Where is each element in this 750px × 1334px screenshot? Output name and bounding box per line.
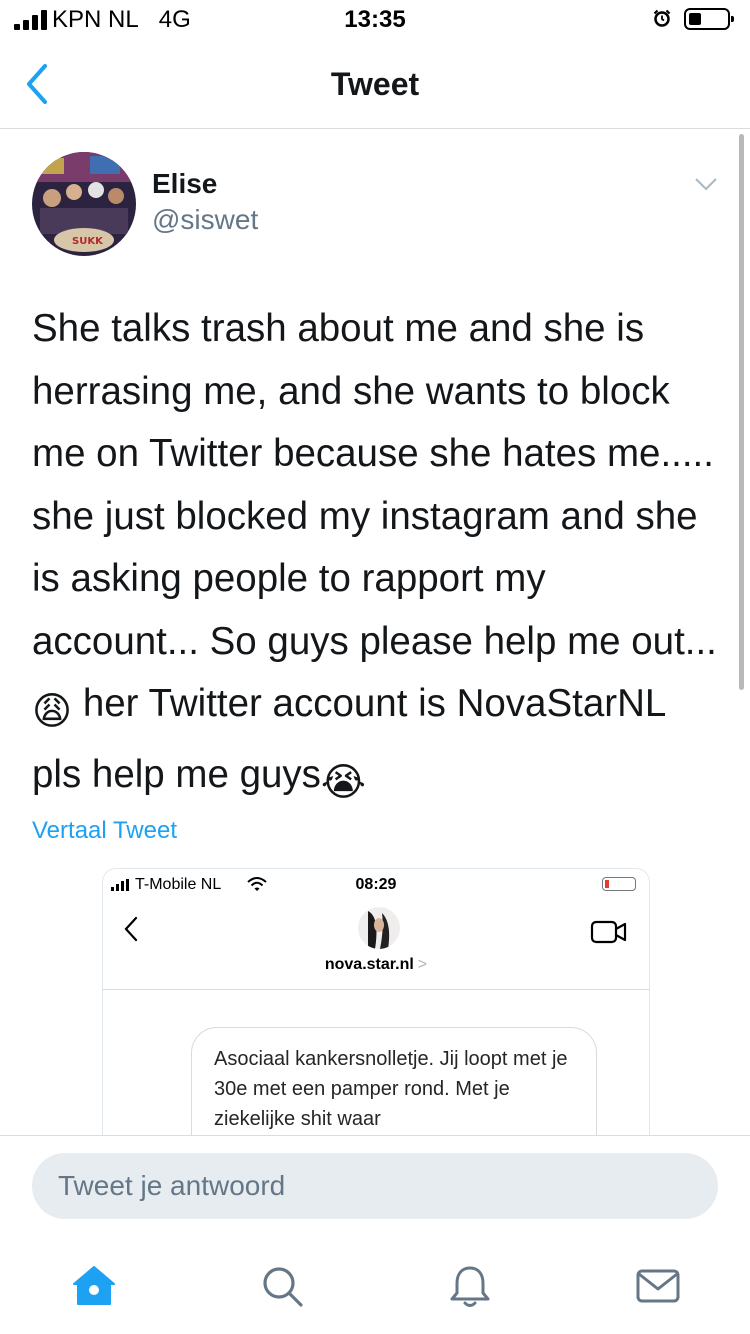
status-time: 13:35 bbox=[344, 6, 406, 33]
navigation-bar: Tweet bbox=[0, 40, 750, 129]
svg-text:SUKK: SUKK bbox=[72, 236, 104, 247]
divider bbox=[0, 1135, 750, 1136]
home-icon[interactable] bbox=[70, 1262, 118, 1310]
alarm-icon bbox=[653, 9, 671, 27]
media-time: 08:29 bbox=[355, 876, 397, 893]
weary-face-emoji: 😩 bbox=[32, 690, 73, 733]
battery-icon bbox=[684, 8, 734, 30]
messages-icon[interactable] bbox=[634, 1262, 682, 1310]
page-title: Tweet bbox=[330, 66, 420, 102]
media-username: nova.star.nl > bbox=[103, 956, 649, 974]
avatar[interactable]: SUKK bbox=[32, 152, 136, 256]
media-username-chevron: > bbox=[417, 956, 428, 973]
reply-input[interactable] bbox=[32, 1153, 718, 1219]
author-handle[interactable]: @siswet bbox=[152, 204, 258, 236]
media-battery-icon bbox=[602, 877, 636, 891]
chevron-down-icon[interactable] bbox=[694, 176, 718, 192]
tweet-text-part-1: She talks trash about me and she is herr… bbox=[32, 307, 717, 663]
media-back-icon bbox=[124, 916, 138, 942]
message-bubble: Asociaal kankersnolletje. Jij loopt met … bbox=[191, 1027, 597, 1136]
scroll-indicator[interactable] bbox=[739, 134, 744, 690]
notifications-icon[interactable] bbox=[446, 1262, 494, 1310]
media-divider bbox=[103, 989, 649, 990]
author-name[interactable]: Elise bbox=[152, 168, 217, 200]
search-icon[interactable] bbox=[258, 1262, 306, 1310]
status-bar: KPN NL 4G 13:35 bbox=[0, 0, 750, 40]
media-username-text: nova.star.nl bbox=[324, 956, 414, 973]
crying-face-emoji: 😭 bbox=[320, 760, 366, 804]
tweet-author: SUKK Elise @siswet bbox=[32, 152, 722, 262]
tab-bar bbox=[0, 1250, 750, 1320]
tweet-media-image[interactable]: T-Mobile NL 08:29 nova.star.nl > Asociaal… bbox=[102, 868, 650, 1136]
translate-tweet-link[interactable]: Vertaal Tweet bbox=[32, 817, 177, 845]
video-call-icon bbox=[590, 920, 627, 944]
tweet-text: She talks trash about me and she is herr… bbox=[32, 298, 722, 814]
media-avatar bbox=[358, 907, 400, 949]
